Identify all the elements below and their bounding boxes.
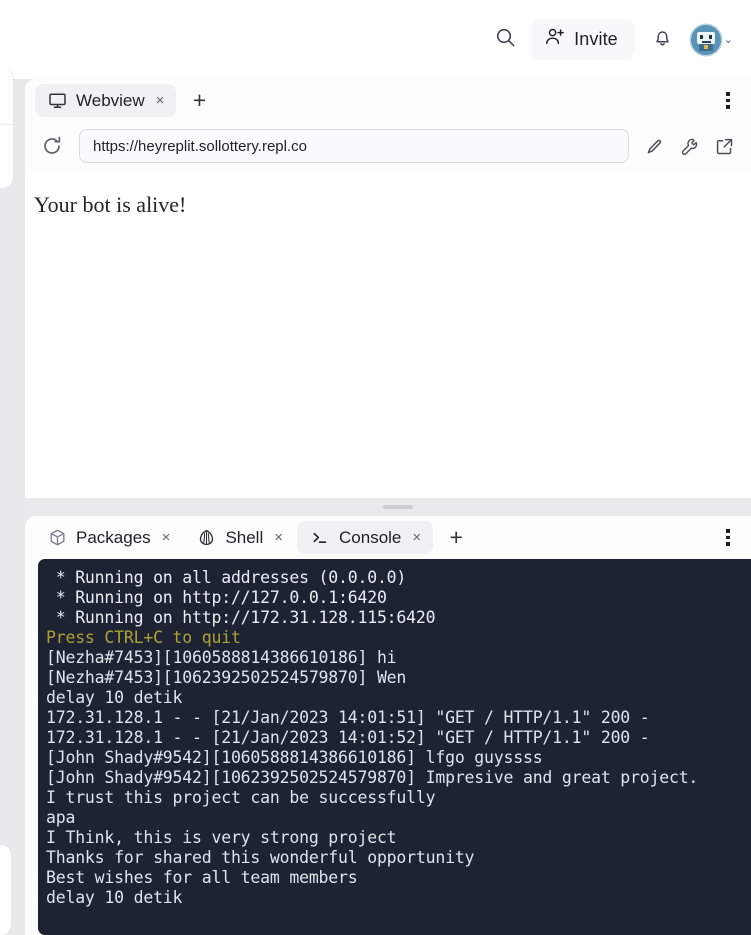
page-body-text: Your bot is alive! (34, 192, 187, 217)
webview-more-options-icon[interactable] (716, 88, 740, 114)
person-plus-icon (545, 27, 565, 52)
pencil-icon[interactable] (641, 133, 667, 159)
console-line: [Nezha#7453][1062392502524579870] Wen (46, 668, 407, 687)
monitor-icon (48, 91, 67, 110)
topbar-actions: Invite ⌄ (487, 19, 733, 60)
search-icon (495, 27, 516, 53)
top-account-bar: Invite ⌄ (0, 0, 751, 79)
console-line: * Running on http://127.0.0.1:6420 (46, 588, 387, 607)
console-line: [John Shady#9542][1060588814386610186] l… (46, 748, 543, 767)
tab-close-button[interactable]: × (160, 528, 172, 547)
console-new-tab-button[interactable]: + (441, 523, 471, 553)
search-button[interactable] (487, 22, 523, 58)
tab-label: Console (339, 527, 402, 547)
tab-shell[interactable]: Shell × (184, 521, 295, 554)
webview-url-row: https://heyreplit.sollottery.repl.co (25, 122, 751, 170)
console-line: * Running on http://172.31.128.115:6420 (46, 608, 436, 627)
avatar (690, 24, 721, 55)
tab-close-button[interactable]: × (154, 91, 166, 110)
console-line: [John Shady#9542][1062392502524579870] I… (46, 768, 699, 787)
webview-tabstrip: Webview × + (25, 79, 751, 122)
console-pane: Packages × Shell × Console × + * Running… (25, 516, 751, 935)
bell-icon (652, 27, 673, 53)
avatar-bot-eye-left (699, 34, 703, 39)
tab-console[interactable]: Console × (297, 521, 434, 554)
invite-button[interactable]: Invite (531, 19, 635, 60)
tab-close-button[interactable]: × (410, 528, 422, 547)
tab-label: Packages (76, 527, 151, 547)
chevron-down-icon: ⌄ (723, 34, 733, 46)
console-more-options-icon[interactable] (716, 525, 740, 551)
webview-new-tab-button[interactable]: + (184, 86, 214, 116)
console-line: 172.31.128.1 - - [21/Jan/2023 14:01:51] … (46, 708, 650, 727)
console-line: I Think, this is very strong project (46, 828, 397, 847)
console-output-text: * Running on all addresses (0.0.0.0) * R… (46, 568, 751, 908)
console-line: Thanks for shared this wonderful opportu… (46, 848, 475, 867)
console-line: delay 10 detik (46, 888, 183, 907)
shell-icon (197, 528, 216, 547)
pane-splitter[interactable] (25, 498, 751, 516)
left-pane-edge (0, 68, 14, 188)
webview-page-content: Your bot is alive! (25, 170, 751, 498)
splitter-drag-handle[interactable] (383, 505, 413, 509)
webview-pane: Webview × + https://heyreplit.sollottery… (25, 79, 751, 498)
external-link-icon[interactable] (711, 133, 737, 159)
tab-webview[interactable]: Webview × (35, 84, 177, 117)
avatar-bot-badge (703, 44, 708, 49)
tab-label: Shell (225, 527, 264, 547)
console-line: Press CTRL+C to quit (46, 628, 241, 647)
console-line: I trust this project can be successfully (46, 788, 436, 807)
reload-icon[interactable] (37, 131, 67, 161)
console-line: delay 10 detik (46, 688, 183, 707)
account-menu-button[interactable]: ⌄ (690, 24, 733, 55)
tab-label: Webview (76, 90, 145, 110)
console-line: * Running on all addresses (0.0.0.0) (46, 568, 407, 587)
console-line: [Nezha#7453][1060588814386610186] hi (46, 648, 397, 667)
left-pane-edge-divider (0, 124, 14, 125)
console-line: 172.31.128.1 - - [21/Jan/2023 14:01:52] … (46, 728, 650, 747)
invite-label: Invite (574, 29, 618, 49)
tab-close-button[interactable]: × (272, 528, 284, 547)
left-pane-edge-lower (0, 845, 12, 935)
notifications-button[interactable] (645, 22, 681, 58)
console-output[interactable]: * Running on all addresses (0.0.0.0) * R… (38, 559, 751, 935)
prompt-icon (310, 528, 330, 547)
package-box-icon (48, 528, 67, 547)
url-input[interactable]: https://heyreplit.sollottery.repl.co (79, 129, 629, 163)
avatar-bot-eye-right (708, 34, 712, 39)
tab-packages[interactable]: Packages × (35, 521, 182, 554)
console-line: Best wishes for all team members (46, 868, 358, 887)
avatar-bot-mouth (701, 40, 711, 43)
console-tabstrip: Packages × Shell × Console × + (25, 516, 751, 559)
console-line: apa (46, 808, 76, 827)
url-action-buttons (641, 133, 737, 159)
wrench-icon[interactable] (676, 133, 702, 159)
